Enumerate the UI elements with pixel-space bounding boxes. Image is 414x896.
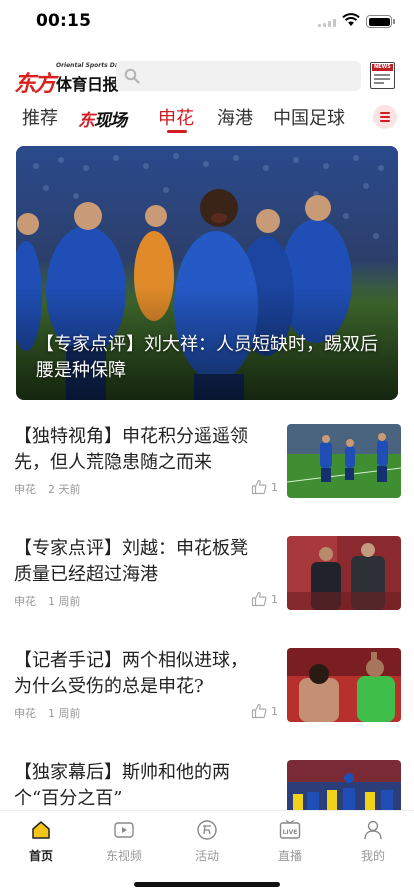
article-title: 【记者手记】两个相似进球，为什么受伤的总是申花? xyxy=(14,650,248,697)
article-title: 【专家点评】刘越：申花板凳质量已经超过海港 xyxy=(14,538,248,585)
article-time: 2 天前 xyxy=(48,483,81,496)
like-count: 1 xyxy=(271,593,278,606)
newspaper-icon[interactable]: NEWS xyxy=(370,62,395,89)
article-item[interactable]: 【记者手记】两个相似进球，为什么受伤的总是申花? 申花 1 周前 1 xyxy=(0,648,414,744)
tab-label: 东视频 xyxy=(105,849,142,863)
like-count: 1 xyxy=(271,481,278,494)
home-icon xyxy=(32,821,50,839)
tab-label: 活动 xyxy=(194,849,219,863)
cellular-signal-icon xyxy=(318,19,338,27)
tab-live-scene-red: 东 xyxy=(78,111,95,131)
logo-mark: 东方 xyxy=(14,71,56,97)
thumbs-up-icon xyxy=(251,479,267,495)
video-icon xyxy=(114,822,134,838)
article-category: 申花 xyxy=(14,595,36,608)
profile-icon xyxy=(364,820,382,840)
article-thumbnail xyxy=(287,536,401,610)
live-icon: LIVE xyxy=(279,819,301,839)
tab-label: 首页 xyxy=(28,849,53,863)
tab-live[interactable]: LIVE 直播 xyxy=(260,819,320,867)
channel-menu-button[interactable] xyxy=(373,105,397,129)
tab-chinese-football[interactable]: 中国足球 xyxy=(273,104,345,130)
tab-shenhua[interactable]: 申花 xyxy=(158,104,194,130)
battery-icon xyxy=(366,15,395,28)
like-count: 1 xyxy=(271,705,278,718)
article-meta: 申花 2 天前 xyxy=(14,481,81,497)
like-button[interactable]: 1 xyxy=(251,703,281,719)
hero-title: 【专家点评】刘大祥：人员短缺时，踢双后腰是种保障 xyxy=(36,334,378,381)
hero-card[interactable]: 【专家点评】刘大祥：人员短缺时，踢双后腰是种保障 xyxy=(16,146,398,400)
tab-activity[interactable]: 活动 xyxy=(177,819,237,867)
news-badge: NEWS xyxy=(372,64,393,71)
article-item[interactable]: 【专家点评】刘越：申花板凳质量已经超过海港 申花 1 周前 1 xyxy=(0,536,414,632)
article-thumbnail xyxy=(287,424,401,498)
like-button[interactable]: 1 xyxy=(251,479,281,495)
like-button[interactable]: 1 xyxy=(251,591,281,607)
tab-home[interactable]: 首页 xyxy=(11,819,71,867)
tab-profile[interactable]: 我的 xyxy=(343,819,403,867)
active-tab-indicator xyxy=(167,130,187,133)
channel-tabs: 推荐 东现场 申花 海港 中国足球 xyxy=(0,100,414,136)
article-time: 1 周前 xyxy=(48,595,81,608)
tab-label: 直播 xyxy=(277,849,302,863)
status-time: 00:15 xyxy=(36,11,92,31)
tab-recommend[interactable]: 推荐 xyxy=(22,104,58,130)
article-title: 【独特视角】申花积分遥遥领先，但人荒隐患随之而来 xyxy=(14,426,248,473)
article-thumbnail xyxy=(287,648,401,722)
logo-title: 体育日报 xyxy=(56,75,119,94)
tab-label: 我的 xyxy=(360,849,385,863)
article-meta: 申花 1 周前 xyxy=(14,705,81,721)
thumbs-up-icon xyxy=(251,703,267,719)
article-meta: 申花 1 周前 xyxy=(14,593,81,609)
status-bar: 00:15 xyxy=(0,0,414,44)
thumbs-up-icon xyxy=(251,591,267,607)
tab-live-scene[interactable]: 东现场 xyxy=(78,106,127,131)
article-time: 1 周前 xyxy=(48,707,81,720)
article-title: 【独家幕后】斯帅和他的两个“百分之百” xyxy=(14,762,230,809)
search-icon xyxy=(124,68,140,84)
tab-live-scene-black: 现场 xyxy=(94,111,127,131)
app-logo: Oriental Sports Daily 东方 体育日报 xyxy=(14,62,127,97)
wifi-icon xyxy=(342,13,360,26)
tab-video[interactable]: 东视频 xyxy=(94,819,154,867)
tab-haigang[interactable]: 海港 xyxy=(217,104,253,130)
svg-text:LIVE: LIVE xyxy=(283,829,298,836)
home-indicator xyxy=(134,882,280,887)
search-input[interactable] xyxy=(116,61,361,91)
article-category: 申花 xyxy=(14,707,36,720)
article-item[interactable]: 【独特视角】申花积分遥遥领先，但人荒隐患随之而来 申花 2 天前 1 xyxy=(0,424,414,520)
article-category: 申花 xyxy=(14,483,36,496)
activity-icon xyxy=(197,820,217,840)
